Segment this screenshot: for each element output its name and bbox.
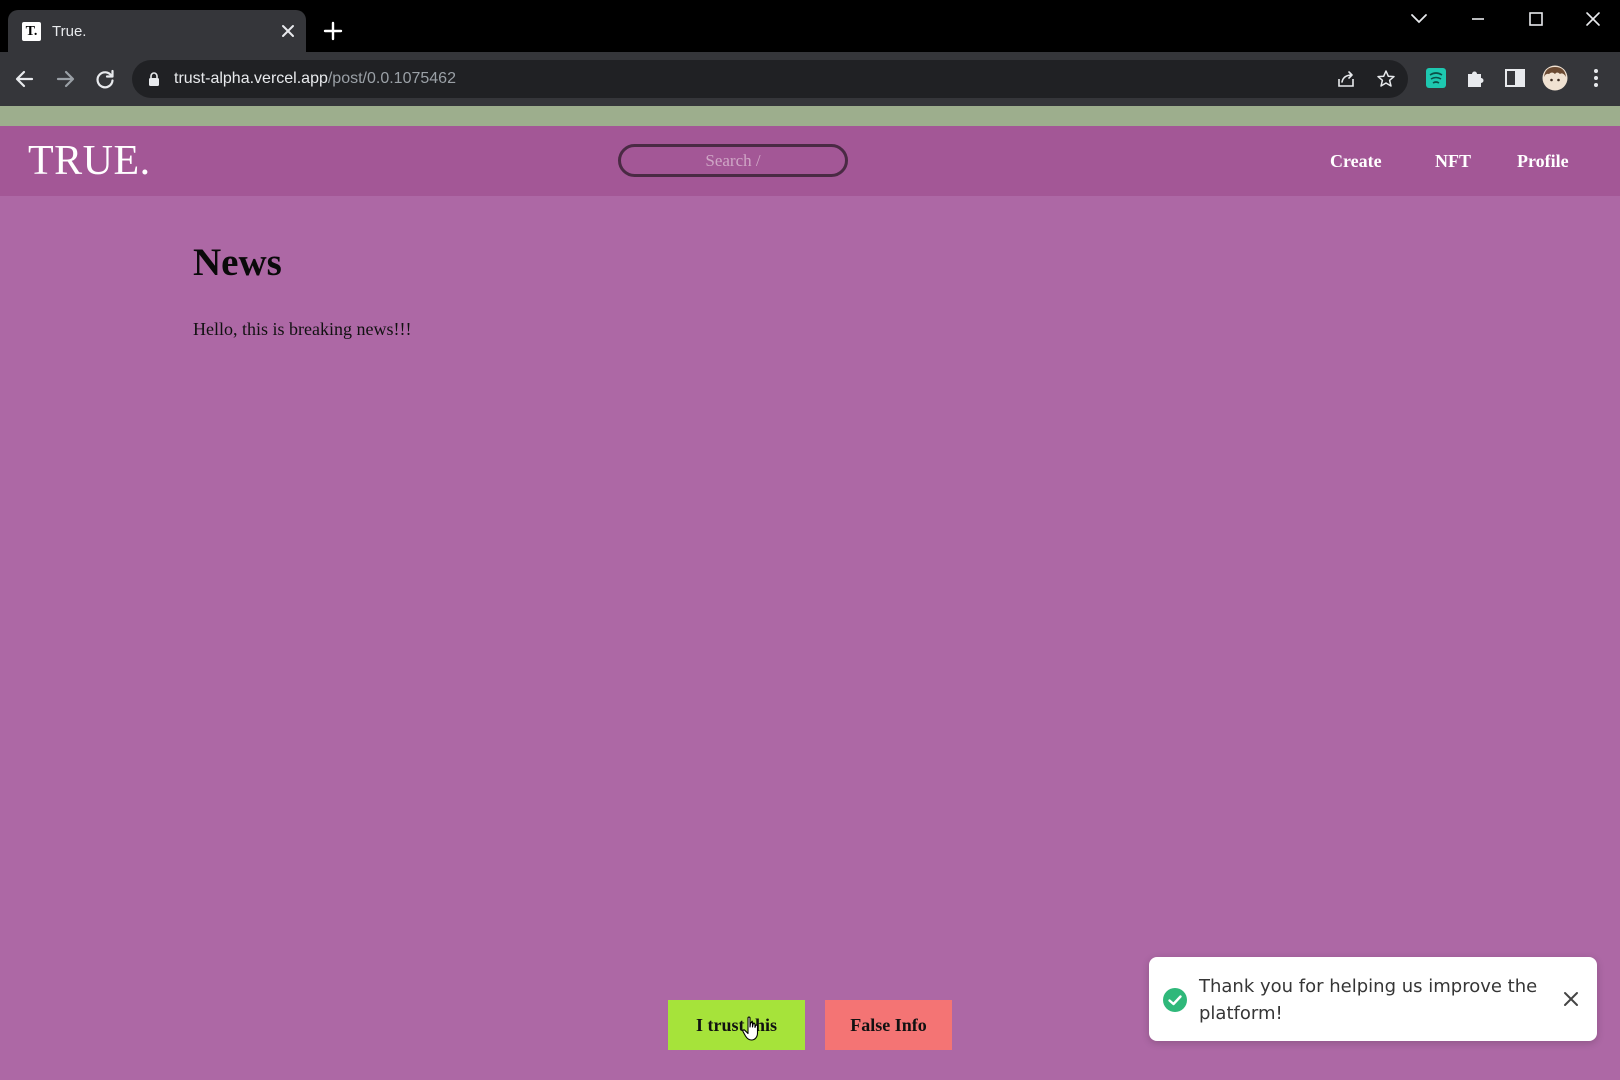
window-close-icon[interactable] (1578, 6, 1608, 32)
forward-arrow-icon[interactable] (52, 66, 78, 92)
toast-message: Thank you for helping us improve the pla… (1199, 976, 1538, 1024)
maximize-icon[interactable] (1521, 6, 1551, 32)
puzzle-icon[interactable] (1463, 66, 1487, 90)
tab-title: True. (52, 23, 87, 40)
nav-profile[interactable]: Profile (1517, 150, 1569, 172)
browser-tab[interactable]: T. True. (8, 10, 306, 52)
close-icon[interactable] (278, 21, 298, 41)
url-text[interactable]: trust-alpha.vercel.app/post/0.0.1075462 (174, 70, 456, 88)
browser-tab-bar: T. True. (0, 0, 1620, 52)
share-icon[interactable] (1336, 69, 1356, 89)
back-arrow-icon[interactable] (12, 66, 38, 92)
star-icon[interactable] (1376, 69, 1396, 89)
lock-icon[interactable] (148, 71, 160, 87)
toast-notification: Thank you for helping us improve the pla… (1149, 957, 1597, 1041)
url-path: /post/0.0.1075462 (327, 70, 456, 87)
url-host: trust-alpha.vercel.app (174, 70, 328, 87)
false-info-button[interactable]: False Info (825, 1000, 952, 1050)
address-bar[interactable]: trust-alpha.vercel.app/post/0.0.1075462 (132, 60, 1408, 98)
side-panel-icon[interactable] (1503, 66, 1527, 90)
kebab-menu-icon[interactable] (1584, 66, 1608, 90)
reload-icon[interactable] (92, 66, 118, 92)
favicon: T. (22, 22, 41, 41)
site-header: TRUE. Create NFT Profile (0, 126, 1620, 196)
trust-button[interactable]: I trust this (668, 1000, 805, 1050)
top-accent-strip (0, 106, 1620, 126)
post-title: News (193, 241, 282, 284)
minimize-icon[interactable] (1463, 6, 1493, 32)
chevron-down-icon[interactable] (1404, 6, 1434, 32)
check-circle-icon (1163, 988, 1187, 1012)
nav-nft[interactable]: NFT (1435, 150, 1471, 172)
browser-toolbar: trust-alpha.vercel.app/post/0.0.1075462 (0, 52, 1620, 106)
extension-teal-icon[interactable] (1424, 66, 1448, 90)
nav-create[interactable]: Create (1330, 150, 1382, 172)
site-logo[interactable]: TRUE. (28, 138, 151, 184)
avatar[interactable] (1542, 65, 1568, 91)
post-body: Hello, this is breaking news!!! (193, 319, 412, 339)
toast-close-icon[interactable] (1561, 989, 1581, 1009)
search-input[interactable] (618, 144, 848, 177)
plus-icon[interactable] (322, 20, 344, 42)
